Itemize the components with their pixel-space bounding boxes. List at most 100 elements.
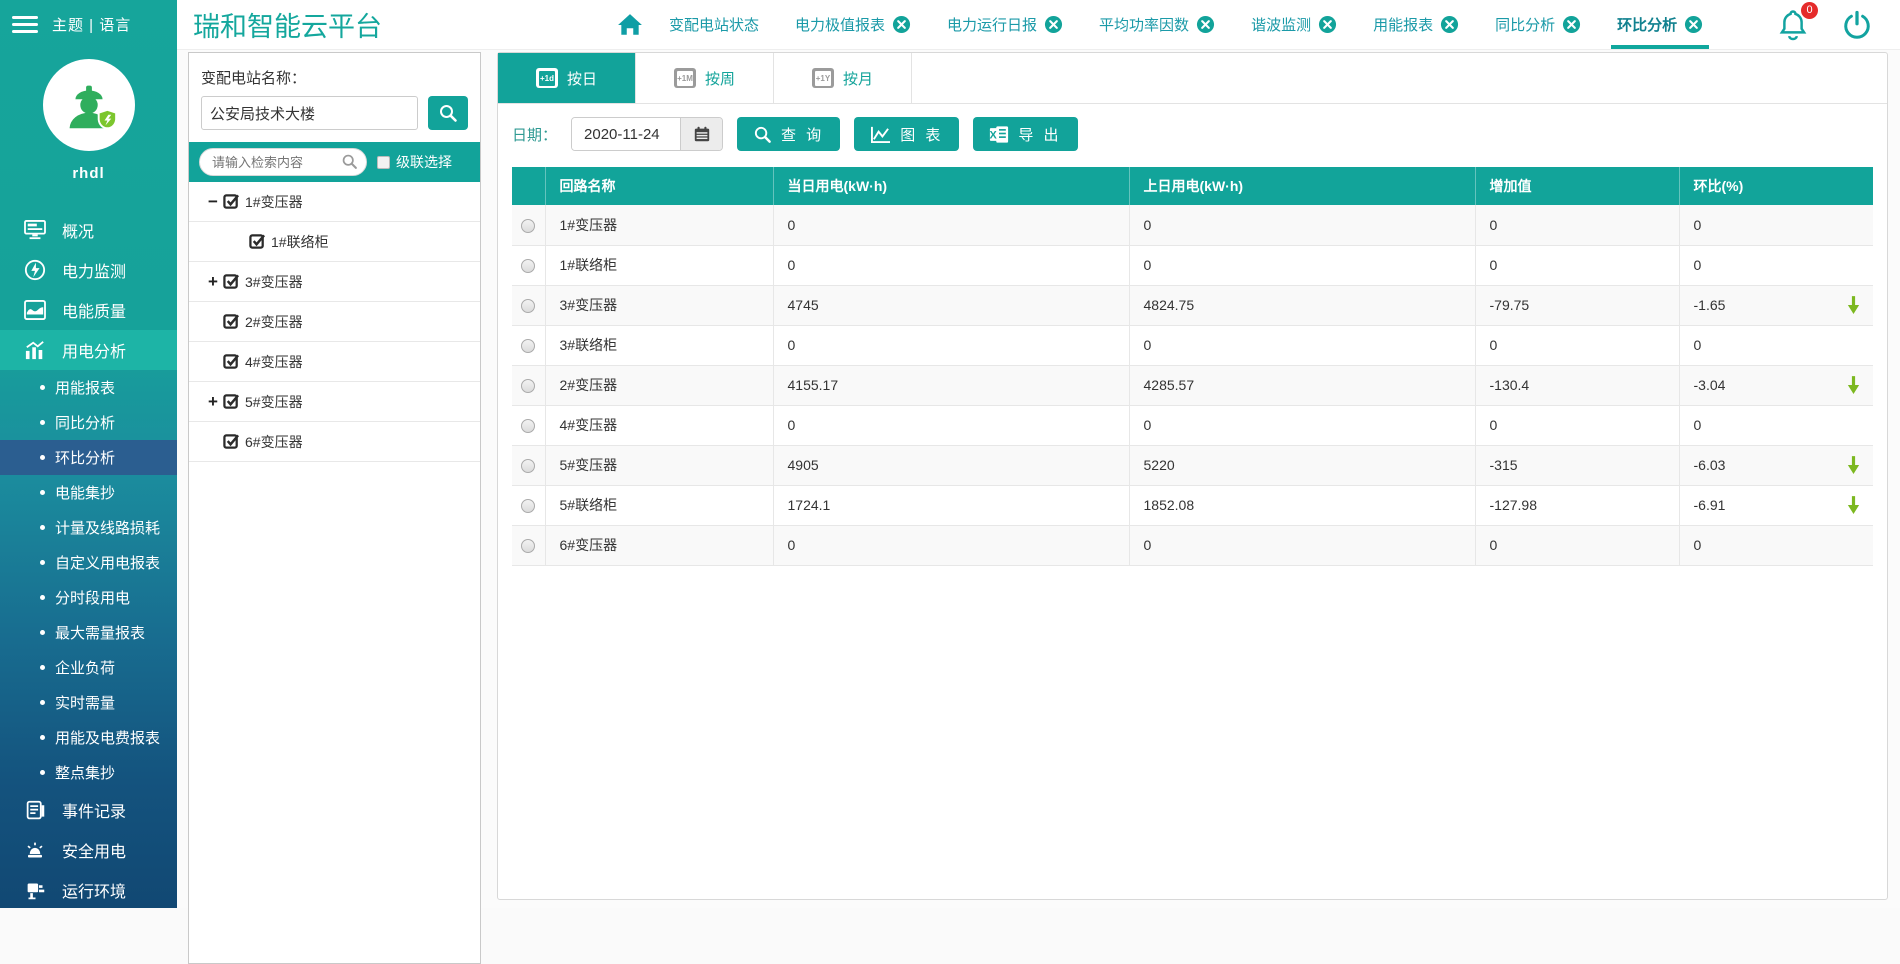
tree-node-3[interactable]: 2#变压器 xyxy=(189,302,480,342)
station-name-label: 变配电站名称： xyxy=(201,67,468,88)
close-tab-icon[interactable] xyxy=(1044,15,1063,34)
period-tab-2[interactable]: +1Y按月 xyxy=(774,53,912,103)
logout-power-icon[interactable] xyxy=(1842,10,1872,40)
ratio-cell: 0 xyxy=(1679,405,1873,445)
increase-cell-value: 0 xyxy=(1490,217,1498,233)
row-radio-button[interactable] xyxy=(521,379,535,393)
close-tab-icon[interactable] xyxy=(1196,15,1215,34)
header-tab-6[interactable]: 同比分析 xyxy=(1495,0,1581,49)
sidebar-subitem-label: 最大需量报表 xyxy=(55,622,145,643)
sidebar-subitem-label: 整点集抄 xyxy=(55,762,115,783)
sidebar-subitem-8[interactable]: 企业负荷 xyxy=(0,650,177,685)
expand-icon[interactable]: + xyxy=(205,392,221,412)
yesterday-usage-cell-value: 4285.57 xyxy=(1144,377,1195,393)
checkbox-checked-icon[interactable] xyxy=(249,233,266,250)
increase-cell-value: -79.75 xyxy=(1490,297,1530,313)
header-tab-4[interactable]: 谐波监测 xyxy=(1251,0,1337,49)
expand-icon[interactable]: + xyxy=(205,272,221,292)
column-header-5: 环比(%) xyxy=(1679,167,1873,205)
increase-cell: -130.4 xyxy=(1475,365,1679,405)
tree-node-0[interactable]: −1#变压器 xyxy=(189,182,480,222)
close-tab-icon[interactable] xyxy=(892,15,911,34)
sidebar-subitem-2[interactable]: 环比分析 xyxy=(0,440,177,475)
sidebar-item-5[interactable]: 安全用电 xyxy=(0,830,177,870)
today-usage-cell: 0 xyxy=(773,525,1129,565)
sidebar-subitem-9[interactable]: 实时需量 xyxy=(0,685,177,720)
query-button[interactable]: 查 询 xyxy=(737,117,840,151)
circuit-name-cell: 1#联络柜 xyxy=(545,245,773,285)
tree-node-1[interactable]: 1#联络柜 xyxy=(189,222,480,262)
sidebar-subitem-1[interactable]: 同比分析 xyxy=(0,405,177,440)
search-icon xyxy=(438,103,458,123)
sidebar-item-6[interactable]: 运行环境 xyxy=(0,870,177,910)
row-radio-button[interactable] xyxy=(521,419,535,433)
checkbox-checked-icon[interactable] xyxy=(223,313,240,330)
header-tab-7[interactable]: 环比分析 xyxy=(1617,0,1703,49)
sidebar-item-3[interactable]: 用电分析 xyxy=(0,330,177,370)
tree-node-label: 1#联络柜 xyxy=(271,232,329,252)
sidebar-item-2[interactable]: 电能质量 xyxy=(0,290,177,330)
home-icon[interactable] xyxy=(617,12,643,38)
yesterday-usage-cell: 1852.08 xyxy=(1129,485,1475,525)
sidebar-subitem-11[interactable]: 整点集抄 xyxy=(0,755,177,790)
date-input[interactable] xyxy=(572,118,680,150)
row-radio-button[interactable] xyxy=(521,259,535,273)
checkbox-checked-icon[interactable] xyxy=(223,433,240,450)
row-radio-button[interactable] xyxy=(521,459,535,473)
yesterday-usage-cell-value: 4824.75 xyxy=(1144,297,1195,313)
notifications-bell-icon[interactable]: 0 xyxy=(1778,9,1808,41)
header-tab-2[interactable]: 电力运行日报 xyxy=(947,0,1063,49)
sidebar-subitem-4[interactable]: 计量及线路损耗 xyxy=(0,510,177,545)
close-tab-icon[interactable] xyxy=(1440,15,1459,34)
checkbox-checked-icon[interactable] xyxy=(223,273,240,290)
yesterday-usage-cell: 0 xyxy=(1129,205,1475,245)
sidebar-item-4[interactable]: 事件记录 xyxy=(0,790,177,830)
sidebar-subitem-5[interactable]: 自定义用电报表 xyxy=(0,545,177,580)
checkbox-checked-icon[interactable] xyxy=(223,193,240,210)
calendar-button[interactable] xyxy=(680,118,722,150)
period-tab-0[interactable]: +1d按日 xyxy=(498,53,636,103)
station-name-input[interactable] xyxy=(201,96,418,130)
row-radio-button[interactable] xyxy=(521,219,535,233)
sidebar-subitem-7[interactable]: 最大需量报表 xyxy=(0,615,177,650)
today-usage-cell-value: 0 xyxy=(788,337,796,353)
tree-node-label: 4#变压器 xyxy=(245,352,303,372)
cascade-select-checkbox[interactable]: 级联选择 xyxy=(377,152,452,172)
tree-node-5[interactable]: +5#变压器 xyxy=(189,382,480,422)
close-tab-icon[interactable] xyxy=(1318,15,1337,34)
row-radio-button[interactable] xyxy=(521,499,535,513)
chart-button[interactable]: 图 表 xyxy=(854,117,959,151)
sidebar-subitem-6[interactable]: 分时段用电 xyxy=(0,580,177,615)
sidebar-item-0[interactable]: 概况 xyxy=(0,210,177,250)
row-radio-button[interactable] xyxy=(521,539,535,553)
bullet-icon xyxy=(40,420,45,425)
header-tab-1[interactable]: 电力极值报表 xyxy=(795,0,911,49)
checkbox-checked-icon[interactable] xyxy=(223,353,240,370)
station-search-button[interactable] xyxy=(428,96,468,130)
collapse-icon[interactable]: − xyxy=(205,192,221,212)
row-radio-button[interactable] xyxy=(521,339,535,353)
ratio-cell-value: 0 xyxy=(1694,537,1702,553)
row-radio-button[interactable] xyxy=(521,299,535,313)
header-tab-5[interactable]: 用能报表 xyxy=(1373,0,1459,49)
sidebar-subitem-10[interactable]: 用能及电费报表 xyxy=(0,720,177,755)
sidebar-subitem-3[interactable]: 电能集抄 xyxy=(0,475,177,510)
export-button[interactable]: X 导 出 xyxy=(973,117,1077,151)
circuit-name-cell-value: 2#变压器 xyxy=(560,377,618,393)
sidebar-item-1[interactable]: 电力监测 xyxy=(0,250,177,290)
close-tab-icon[interactable] xyxy=(1562,15,1581,34)
theme-language-switcher[interactable]: 主题 | 语言 xyxy=(52,14,131,35)
tree-node-6[interactable]: 6#变压器 xyxy=(189,422,480,462)
circuit-name-cell-value: 5#联络柜 xyxy=(560,497,618,513)
bullet-icon xyxy=(40,665,45,670)
checkbox-icon[interactable] xyxy=(377,156,390,169)
period-tab-1[interactable]: +1M按周 xyxy=(636,53,774,103)
header-tab-3[interactable]: 平均功率因数 xyxy=(1099,0,1215,49)
sidebar-subitem-0[interactable]: 用能报表 xyxy=(0,370,177,405)
tree-node-2[interactable]: +3#变压器 xyxy=(189,262,480,302)
header-tab-0[interactable]: 变配电站状态 xyxy=(669,0,759,49)
menu-hamburger-icon[interactable] xyxy=(12,12,38,37)
tree-node-4[interactable]: 4#变压器 xyxy=(189,342,480,382)
close-tab-icon[interactable] xyxy=(1684,15,1703,34)
checkbox-checked-icon[interactable] xyxy=(223,393,240,410)
